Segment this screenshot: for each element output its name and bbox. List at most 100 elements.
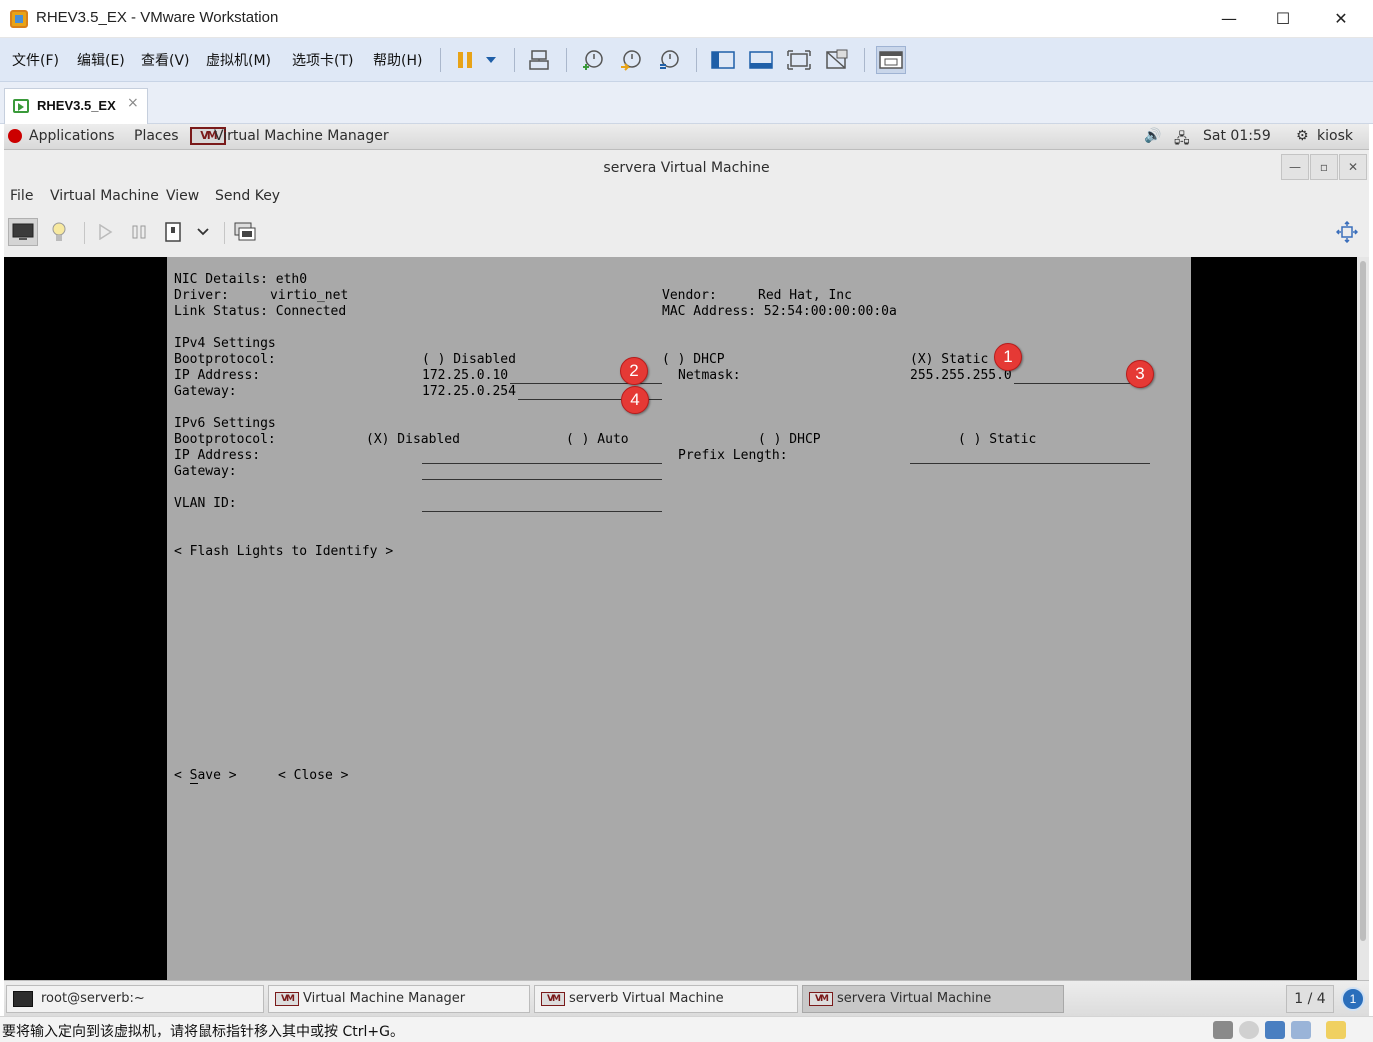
- vm-pause-icon[interactable]: [124, 218, 154, 246]
- task-terminal[interactable]: root@serverb:~: [6, 985, 264, 1013]
- toolbar-separator: [696, 48, 697, 72]
- vlan-id-field[interactable]: [422, 511, 662, 512]
- ipv4-settings-heading: IPv4 Settings: [174, 336, 276, 351]
- notes-icon[interactable]: [1326, 1021, 1346, 1039]
- notification-count-badge[interactable]: 1: [1341, 987, 1365, 1011]
- applications-menu[interactable]: Applications: [29, 128, 115, 144]
- save-mnemonic-underline: [190, 783, 198, 784]
- ipv6-static-radio[interactable]: ( ) Static: [958, 432, 1036, 448]
- nic-configuration-screen[interactable]: NIC Details: eth0 Driver: virtio_net Lin…: [167, 257, 1191, 980]
- places-menu[interactable]: Places: [134, 128, 179, 144]
- task-virt-manager[interactable]: VM Virtual Machine Manager: [268, 985, 530, 1013]
- scrollbar-thumb[interactable]: [1360, 261, 1366, 941]
- toolbar-separator: [84, 222, 85, 244]
- show-thumbnail-bar-icon[interactable]: [746, 46, 776, 74]
- status-message: 要将输入定向到该虚拟机，请将鼠标指针移入其中或按 Ctrl+G。: [2, 1024, 404, 1040]
- shutdown-icon[interactable]: [158, 218, 188, 246]
- unity-mode-icon[interactable]: [822, 46, 852, 74]
- mac-address: MAC Address: 52:54:00:00:00:0a: [662, 304, 897, 319]
- vendor-label: Vendor:: [662, 288, 717, 303]
- ipv4-gateway-field[interactable]: 172.25.0.254: [422, 384, 516, 400]
- vm-minimize-button[interactable]: —: [1281, 154, 1309, 180]
- annotation-badge-1: 1: [994, 343, 1022, 371]
- task-label: servera Virtual Machine: [837, 991, 992, 1006]
- volume-icon[interactable]: 🔊: [1144, 128, 1161, 144]
- netmask-label: Netmask:: [678, 368, 741, 383]
- ipv4-dhcp-radio[interactable]: ( ) DHCP: [662, 352, 725, 368]
- tab-rhev[interactable]: RHEV3.5_EX ×: [4, 88, 148, 124]
- close-button[interactable]: < Close >: [278, 768, 348, 784]
- network-adapter-icon[interactable]: [1265, 1021, 1285, 1039]
- console-view-icon[interactable]: [876, 46, 906, 74]
- window-title: RHEV3.5_EX - VMware Workstation: [36, 9, 279, 26]
- menu-help[interactable]: 帮助(H): [373, 50, 422, 70]
- vm-menu-file[interactable]: File: [10, 188, 33, 204]
- resize-to-vm-icon[interactable]: [1332, 218, 1362, 246]
- ipv6-gateway-label: Gateway:: [174, 464, 237, 479]
- console-scrollbar[interactable]: [1357, 257, 1369, 980]
- ipv4-disabled-radio[interactable]: ( ) Disabled: [422, 352, 516, 368]
- ipv4-static-radio[interactable]: (X) Static: [910, 352, 988, 368]
- task-serverb-vm[interactable]: VM serverb Virtual Machine: [534, 985, 798, 1013]
- user-icon: ⚙: [1296, 128, 1309, 144]
- network-icon[interactable]: 🖧: [1174, 128, 1190, 152]
- prefix-length-field[interactable]: [910, 463, 1150, 464]
- ipv6-disabled-radio[interactable]: (X) Disabled: [366, 432, 460, 448]
- send-ctrl-alt-del-icon[interactable]: [524, 46, 554, 74]
- run-icon[interactable]: [90, 218, 120, 246]
- power-dropdown-icon[interactable]: [476, 46, 506, 74]
- vm-maximize-button[interactable]: ▫: [1310, 154, 1338, 180]
- maximize-button[interactable]: ☐: [1260, 4, 1306, 34]
- clock[interactable]: Sat 01:59: [1203, 128, 1271, 144]
- toolbar-separator: [224, 222, 225, 244]
- vm-menu-send-key[interactable]: Send Key: [215, 188, 280, 204]
- snapshot-take-icon[interactable]: [578, 46, 608, 74]
- display-icon[interactable]: [1291, 1021, 1311, 1039]
- menu-file[interactable]: 文件(F): [12, 50, 59, 70]
- menu-view[interactable]: 查看(V): [141, 50, 190, 70]
- show-console-icon[interactable]: [8, 218, 38, 246]
- vm-close-button[interactable]: ✕: [1339, 154, 1367, 180]
- gnome-window-list: root@serverb:~ VM Virtual Machine Manage…: [4, 980, 1369, 1016]
- task-servera-vm[interactable]: VM servera Virtual Machine: [802, 985, 1064, 1013]
- vm-menu-view[interactable]: View: [166, 188, 199, 204]
- vmware-statusbar: 要将输入定向到该虚拟机，请将鼠标指针移入其中或按 Ctrl+G。: [0, 1016, 1373, 1042]
- show-library-icon[interactable]: [708, 46, 738, 74]
- vmware-titlebar: RHEV3.5_EX - VMware Workstation — ☐ ✕: [0, 0, 1373, 38]
- user-menu[interactable]: kiosk: [1317, 128, 1353, 144]
- snapshot-revert-icon[interactable]: [616, 46, 646, 74]
- ipv6-ip-field[interactable]: [422, 463, 662, 464]
- menu-edit[interactable]: 编辑(E): [77, 50, 125, 70]
- tab-label: RHEV3.5_EX: [37, 98, 116, 113]
- ipv6-dhcp-radio[interactable]: ( ) DHCP: [758, 432, 821, 448]
- virt-manager-icon: VM: [275, 992, 299, 1006]
- show-details-icon[interactable]: [44, 218, 74, 246]
- menu-vm[interactable]: 虚拟机(M): [206, 50, 271, 70]
- snapshots-icon[interactable]: [230, 218, 260, 246]
- ipv4-bootprotocol-label: Bootprotocol:: [174, 352, 276, 367]
- ipv6-gateway-field[interactable]: [422, 479, 662, 480]
- ipv6-auto-radio[interactable]: ( ) Auto: [566, 432, 629, 448]
- menu-tabs[interactable]: 选项卡(T): [292, 50, 353, 70]
- gnome-top-panel: Applications Places VM Virtual Machine M…: [4, 124, 1369, 150]
- task-label: serverb Virtual Machine: [569, 991, 724, 1006]
- vm-menu-virtual-machine[interactable]: Virtual Machine: [50, 188, 159, 204]
- shutdown-menu-chevron-icon[interactable]: [188, 218, 218, 246]
- driver-value: virtio_net: [270, 288, 349, 303]
- tab-close-icon[interactable]: ×: [127, 95, 139, 111]
- ipv4-gateway-label: Gateway:: [174, 384, 237, 399]
- cd-dvd-icon[interactable]: [1239, 1021, 1259, 1039]
- workspace-switcher[interactable]: 1 / 4: [1286, 985, 1334, 1013]
- save-button[interactable]: < Save >: [174, 768, 237, 784]
- minimize-button[interactable]: —: [1206, 4, 1252, 34]
- snapshot-manager-icon[interactable]: [654, 46, 684, 74]
- ipv6-bootprotocol-label: Bootprotocol:: [174, 432, 276, 447]
- link-status: Link Status: Connected: [174, 304, 347, 319]
- ipv4-netmask-field[interactable]: 255.255.255.0: [910, 368, 1012, 384]
- app-menu-virt-manager[interactable]: Virtual Machine Manager: [214, 128, 389, 144]
- hard-disk-icon[interactable]: [1213, 1021, 1233, 1039]
- ipv4-ip-field[interactable]: 172.25.0.10: [422, 368, 508, 384]
- flash-lights-button[interactable]: < Flash Lights to Identify >: [174, 544, 393, 560]
- full-screen-icon[interactable]: [784, 46, 814, 74]
- close-window-button[interactable]: ✕: [1318, 4, 1364, 34]
